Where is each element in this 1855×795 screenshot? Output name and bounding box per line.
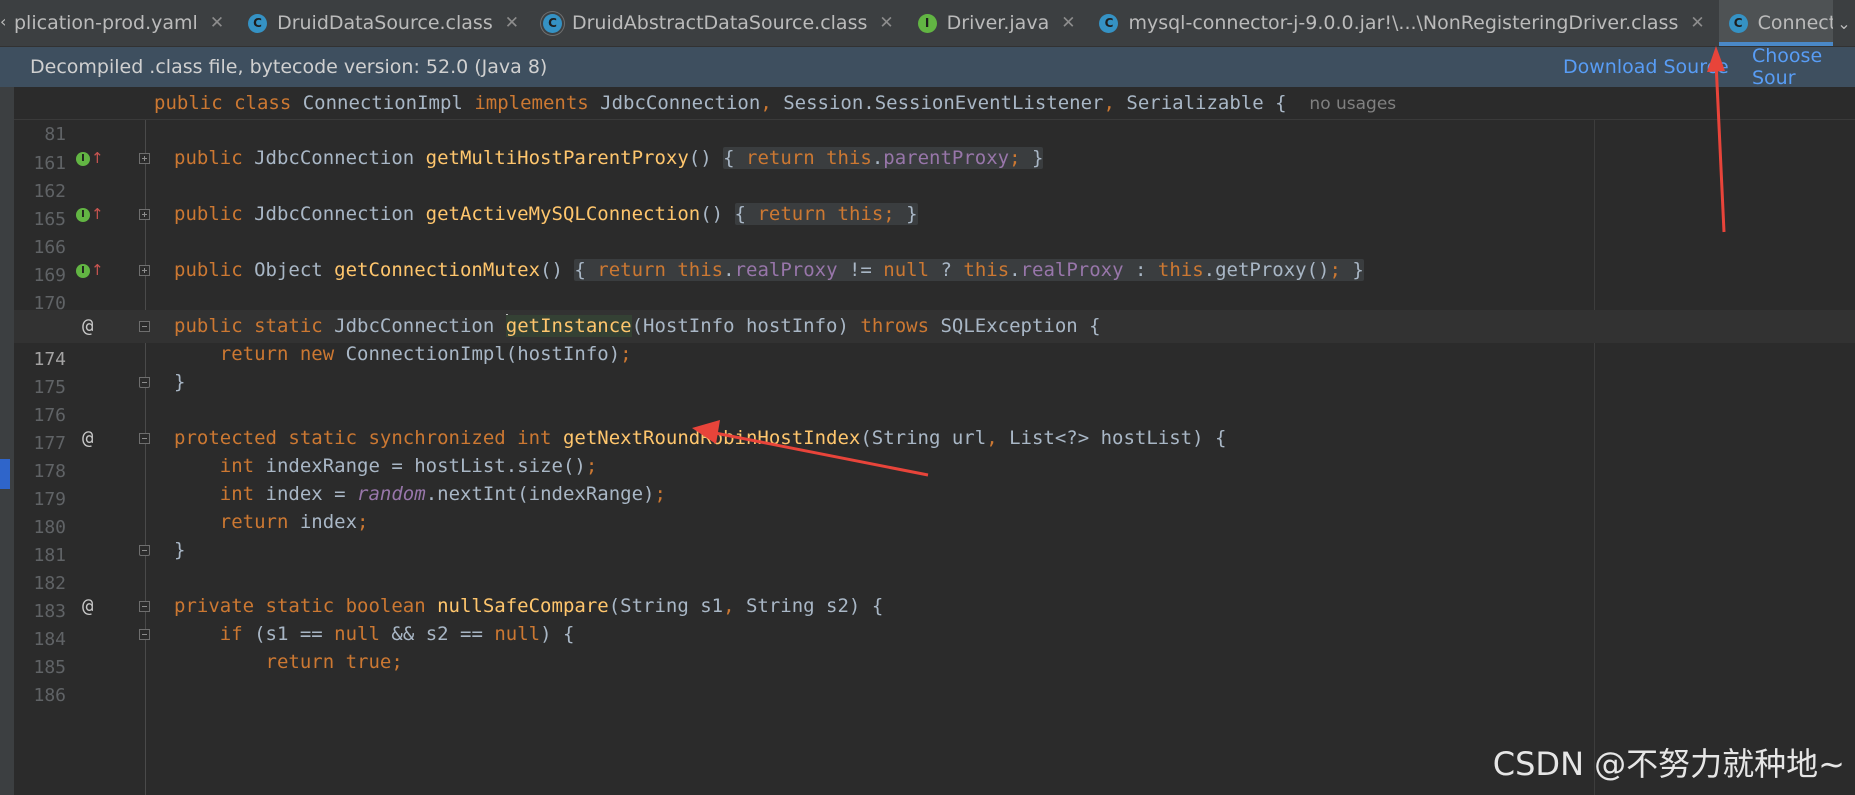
banner-text: Decompiled .class file, bytecode version… — [30, 56, 548, 78]
close-icon[interactable]: ✕ — [879, 13, 893, 33]
tab-label: DruidAbstractDataSource.class — [571, 12, 868, 34]
decompiled-notice-banner: Decompiled .class file, bytecode version… — [0, 45, 1855, 89]
editor-tab-bar: ‹ plication-prod.yaml ✕ C DruidDataSourc… — [0, 0, 1855, 47]
download-source-link[interactable]: Download Source — [1563, 47, 1729, 87]
tab-druid-datasource[interactable]: C DruidDataSource.class ✕ — [238, 0, 533, 46]
code-line: return true; — [265, 651, 403, 673]
choose-source-link[interactable]: Choose Sour — [1752, 45, 1855, 89]
tab-non-registering-driver[interactable]: C mysql-connector-j-9.0.0.jar!\...\NonRe… — [1089, 0, 1718, 46]
abstract-class-file-icon: C — [542, 13, 562, 33]
fold-end-icon[interactable] — [139, 377, 150, 388]
class-file-icon: C — [1099, 13, 1119, 33]
fold-collapse-icon[interactable] — [139, 629, 150, 640]
close-icon[interactable]: ✕ — [210, 13, 224, 33]
current-line-marker — [0, 459, 10, 489]
class-file-icon: C — [1728, 13, 1748, 33]
line-number: 186 — [33, 685, 66, 706]
fold-collapse-icon[interactable] — [139, 321, 150, 332]
sticky-class-header[interactable]: 81 public class ConnectionImpl implement… — [14, 87, 1855, 145]
usage-hint: no usages — [1309, 94, 1397, 114]
tab-label: DruidDataSource.class — [277, 12, 493, 34]
tab-label: plication-prod.yaml — [14, 12, 198, 34]
close-icon[interactable]: ✕ — [505, 13, 519, 33]
line-number: 81 — [44, 124, 66, 145]
tab-driver-java[interactable]: I Driver.java ✕ — [908, 0, 1090, 46]
code-editor[interactable]: 81 public class ConnectionImpl implement… — [14, 87, 1855, 795]
tab-label: Driver.java — [946, 12, 1050, 34]
close-icon[interactable]: ✕ — [1690, 13, 1704, 33]
tab-druid-abstract-datasource[interactable]: C DruidAbstractDataSource.class ✕ — [533, 0, 908, 46]
ide-window: ‹ plication-prod.yaml ✕ C DruidDataSourc… — [0, 0, 1855, 795]
fold-expand-icon[interactable] — [139, 209, 150, 220]
interface-file-icon: I — [917, 13, 937, 33]
left-tool-strip — [0, 87, 14, 795]
fold-collapse-icon[interactable] — [139, 433, 150, 444]
fold-expand-icon[interactable] — [139, 153, 150, 164]
fold-expand-icon[interactable] — [139, 265, 150, 276]
close-icon[interactable]: ✕ — [1061, 13, 1075, 33]
tab-application-prod-yaml[interactable]: plication-prod.yaml ✕ — [0, 0, 238, 46]
tab-label: mysql-connector-j-9.0.0.jar!\...\NonRegi… — [1128, 12, 1679, 34]
watermark: CSDN @不努力就种地~ — [1492, 745, 1845, 783]
fold-collapse-icon[interactable] — [139, 601, 150, 612]
chevron-down-icon[interactable]: ⌄ — [1833, 0, 1855, 46]
class-file-icon: C — [248, 13, 268, 33]
fold-end-icon[interactable] — [139, 545, 150, 556]
code-line: public class ConnectionImpl implements J… — [154, 92, 1397, 114]
code-row[interactable]: 186 return true; — [14, 646, 1855, 706]
